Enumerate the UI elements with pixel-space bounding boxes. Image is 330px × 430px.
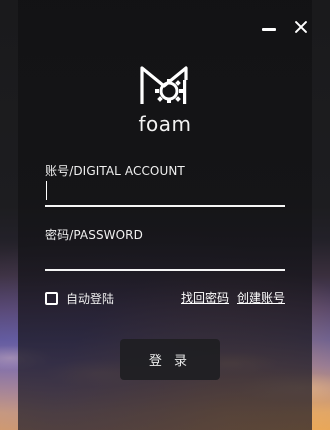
text-caret: [46, 181, 47, 200]
foam-logo-icon: [140, 66, 188, 104]
close-icon[interactable]: [292, 18, 310, 36]
password-label: 密码/PASSWORD: [45, 228, 143, 242]
login-button[interactable]: 登 录: [120, 339, 220, 380]
forgot-password-link[interactable]: 找回密码: [181, 289, 229, 306]
window-controls: [260, 18, 310, 36]
minimize-icon[interactable]: [260, 18, 278, 36]
create-account-link[interactable]: 创建账号: [237, 289, 285, 306]
account-links: 找回密码 创建账号: [181, 289, 285, 306]
auto-login-checkbox[interactable]: 自动登陆: [45, 290, 114, 307]
password-input[interactable]: [45, 243, 285, 271]
login-window: foam 账号/DIGITAL ACCOUNT 密码/PASSWORD 自动登陆…: [0, 0, 330, 430]
account-input[interactable]: [45, 179, 285, 207]
auto-login-label: 自动登陆: [66, 292, 115, 306]
checkbox-icon[interactable]: [45, 292, 58, 305]
account-label: 账号/DIGITAL ACCOUNT: [45, 164, 185, 178]
brand-name: foam: [138, 112, 192, 136]
